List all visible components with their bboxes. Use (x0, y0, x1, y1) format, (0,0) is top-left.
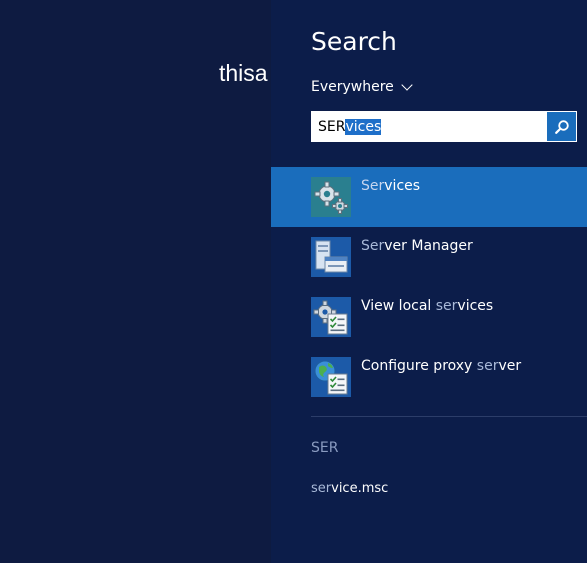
search-input-field[interactable]: SER vices (311, 111, 547, 142)
search-icon (554, 119, 569, 134)
result-configure-proxy-server[interactable]: Configure proxy server (271, 347, 587, 407)
result-label: Server Manager (361, 238, 473, 254)
search-results-list: Services Server Manager View local servi… (271, 167, 587, 407)
server-manager-icon (311, 237, 351, 277)
search-query-autocomplete: vices (345, 118, 382, 135)
search-title: Search (311, 27, 397, 56)
configure-proxy-server-icon (311, 357, 351, 397)
view-local-services-icon (311, 297, 351, 337)
services-gear-icon (311, 177, 351, 217)
result-services[interactable]: Services (271, 167, 587, 227)
start-screen-user-text: thisa (219, 60, 268, 86)
suggestions-header: SER (311, 440, 339, 456)
search-query-typed: SER (318, 118, 346, 135)
search-suggestion[interactable]: service.msc (311, 481, 388, 496)
result-server-manager[interactable]: Server Manager (271, 227, 587, 287)
chevron-down-icon (401, 78, 413, 91)
search-scope-label: Everywhere (311, 79, 394, 95)
search-input[interactable]: SER vices (311, 111, 577, 142)
result-label: Services (361, 178, 421, 194)
suggestion-match: ser (311, 481, 332, 496)
results-divider (311, 416, 587, 417)
result-label: View local services (361, 298, 494, 314)
result-label: Configure proxy server (361, 358, 522, 374)
search-scope-dropdown[interactable]: Everywhere (311, 78, 413, 95)
result-view-local-services[interactable]: View local services (271, 287, 587, 347)
suggestion-rest: vice.msc (331, 481, 389, 496)
search-charm-pane: Search Everywhere SER vices Services Ser… (271, 0, 587, 563)
search-button[interactable] (547, 112, 576, 141)
